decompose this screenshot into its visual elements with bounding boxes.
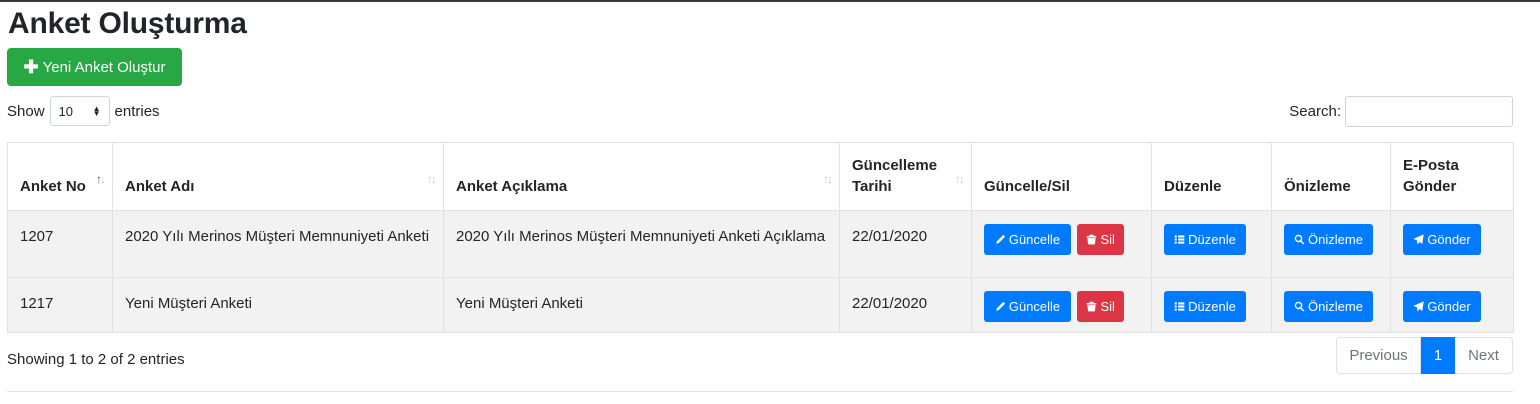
cell-send: Gönder — [1390, 210, 1514, 278]
sort-icon: ↑↓ — [955, 172, 965, 186]
cell-name: 2020 Yılı Merinos Müşteri Memnuniyeti An… — [112, 210, 444, 278]
preview-button[interactable]: Önizleme — [1284, 224, 1373, 255]
edit-label: Düzenle — [1188, 232, 1236, 247]
column-header-update-delete: Güncelle/Sil — [971, 142, 1152, 211]
table-info: Showing 1 to 2 of 2 entries — [7, 351, 185, 368]
delete-button[interactable]: Sil — [1077, 291, 1125, 322]
table-row: 1207 2020 Yılı Merinos Müşteri Memnuniye… — [7, 210, 1514, 278]
search-icon — [1294, 234, 1305, 245]
column-header-date[interactable]: Güncelleme Tarihi ↑↓ — [839, 142, 972, 211]
edit-button[interactable]: Düzenle — [1164, 224, 1246, 255]
send-label: Gönder — [1427, 299, 1471, 314]
list-icon — [1174, 235, 1185, 244]
column-header-preview: Önizleme — [1271, 142, 1391, 211]
list-icon — [1174, 302, 1185, 311]
column-header-send: E-Posta Gönder — [1390, 142, 1514, 211]
search-input[interactable] — [1345, 96, 1513, 127]
sort-icon: ↑↓ — [427, 172, 437, 186]
surveys-table: Anket No ↑↓ Anket Adı ↑↓ Anket Açıklama ↑↓ … — [7, 142, 1514, 333]
cell-description: 2020 Yılı Merinos Müşteri Memnuniyeti An… — [443, 210, 840, 278]
search-icon — [1294, 301, 1305, 312]
table-header-row: Anket No ↑↓ Anket Adı ↑↓ Anket Açıklama ↑↓ … — [7, 142, 1514, 211]
table-row: 1217 Yeni Müşteri Anketi Yeni Müşteri An… — [7, 277, 1514, 333]
new-survey-label: Yeni Anket Oluştur — [42, 58, 166, 76]
cell-update-delete: Güncelle Sil — [971, 210, 1152, 278]
plus-icon: ✚ — [23, 57, 39, 77]
edit-label: Düzenle — [1188, 299, 1236, 314]
entries-label: entries — [114, 102, 160, 120]
new-survey-button[interactable]: ✚ Yeni Anket Oluştur — [7, 48, 182, 86]
cell-date: 22/01/2020 — [839, 277, 972, 333]
cell-send: Gönder — [1390, 277, 1514, 333]
cell-edit: Düzenle — [1151, 277, 1272, 333]
top-border — [0, 0, 1540, 2]
select-caret-icon: ▲ ▼ — [92, 104, 101, 118]
update-button[interactable]: Güncelle — [984, 224, 1071, 255]
pencil-icon — [996, 301, 1005, 311]
page-title: Anket Oluşturma — [8, 7, 247, 40]
pagination: Previous 1 Next — [1336, 337, 1513, 374]
search-control: Search: — [1289, 96, 1513, 127]
show-label: Show — [7, 102, 45, 120]
cell-preview: Önizleme — [1271, 277, 1391, 333]
cell-date: 22/01/2020 — [839, 210, 972, 278]
update-label: Güncelle — [1008, 232, 1061, 247]
pagination-page-current[interactable]: 1 — [1421, 337, 1455, 374]
preview-label: Önizleme — [1308, 299, 1363, 314]
column-header-label: Güncelleme Tarihi — [852, 157, 938, 195]
pagination-previous[interactable]: Previous — [1336, 337, 1421, 374]
column-header-label: Anket Adı — [125, 178, 195, 195]
update-button[interactable]: Güncelle — [984, 291, 1071, 322]
sort-icon: ↑↓ — [823, 172, 833, 186]
column-header-no[interactable]: Anket No ↑↓ — [7, 142, 113, 211]
cell-no: 1207 — [7, 210, 113, 278]
preview-button[interactable]: Önizleme — [1284, 291, 1373, 322]
column-header-label: Anket No — [20, 178, 86, 195]
pencil-icon — [996, 234, 1005, 244]
cell-name: Yeni Müşteri Anketi — [112, 277, 444, 333]
column-header-label: Anket Açıklama — [456, 178, 568, 195]
cell-edit: Düzenle — [1151, 210, 1272, 278]
paper-plane-icon — [1413, 301, 1424, 312]
column-header-description[interactable]: Anket Açıklama ↑↓ — [443, 142, 840, 211]
entries-select-value: 10 — [58, 103, 73, 119]
cell-description: Yeni Müşteri Anketi — [443, 277, 840, 333]
edit-button[interactable]: Düzenle — [1164, 291, 1246, 322]
bottom-divider — [7, 391, 1513, 392]
paper-plane-icon — [1413, 234, 1424, 245]
column-header-edit: Düzenle — [1151, 142, 1272, 211]
sort-icon: ↑↓ — [96, 172, 106, 186]
cell-preview: Önizleme — [1271, 210, 1391, 278]
preview-label: Önizleme — [1308, 232, 1363, 247]
cell-no: 1217 — [7, 277, 113, 333]
send-label: Gönder — [1427, 232, 1471, 247]
update-label: Güncelle — [1008, 299, 1061, 314]
delete-label: Sil — [1100, 232, 1115, 247]
pagination-next[interactable]: Next — [1455, 337, 1513, 374]
entries-select[interactable]: 10 ▲ ▼ — [49, 96, 110, 126]
trash-icon — [1087, 234, 1097, 245]
send-button[interactable]: Gönder — [1403, 224, 1481, 255]
search-label: Search: — [1289, 103, 1341, 120]
delete-button[interactable]: Sil — [1077, 224, 1125, 255]
delete-label: Sil — [1100, 299, 1115, 314]
trash-icon — [1087, 301, 1097, 312]
send-button[interactable]: Gönder — [1403, 291, 1481, 322]
column-header-name[interactable]: Anket Adı ↑↓ — [112, 142, 444, 211]
entries-length-control: Show 10 ▲ ▼ entries — [7, 96, 160, 126]
cell-update-delete: Güncelle Sil — [971, 277, 1152, 333]
